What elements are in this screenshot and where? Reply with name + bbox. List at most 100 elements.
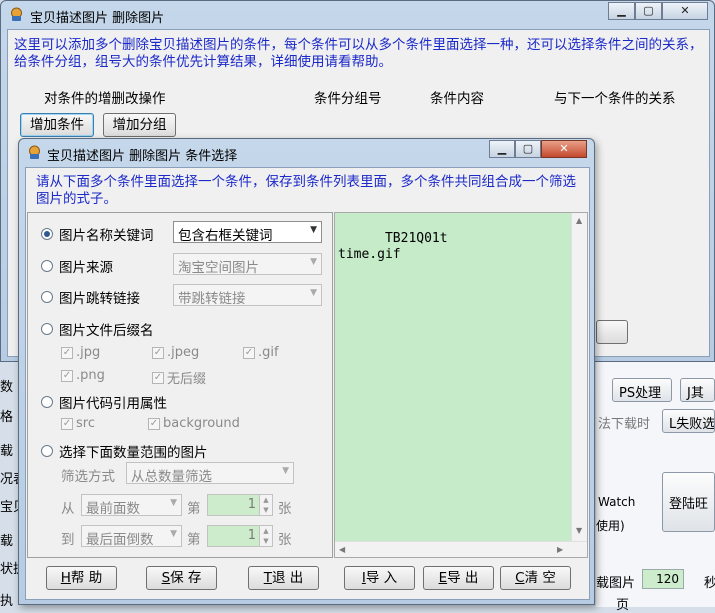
maximize-button[interactable]: ▢ xyxy=(635,2,662,20)
scroll-down-icon[interactable]: ▼ xyxy=(576,526,582,535)
dialog-icon xyxy=(29,145,40,159)
to-unit-label: 张 xyxy=(278,532,292,548)
from-label: 从 xyxy=(61,501,75,517)
to-combo-value: 最后面倒数 xyxy=(86,532,154,547)
inner-dialog: 宝贝描述图片 删除图片 条件选择 ▁ ▢ ✕ 请从下面多个条件里面选择一个条件，… xyxy=(18,138,595,605)
page-label: 页 xyxy=(616,598,630,613)
header-ops: 对条件的增删改操作 xyxy=(44,91,166,107)
option-name-keyword[interactable]: 图片名称关键词 xyxy=(41,224,154,244)
outer-info-text: 这里可以添加多个删除宝贝描述图片的条件，每个条件可以从多个条件里面选择一种，还可… xyxy=(14,37,703,70)
to-combo[interactable]: 最后面倒数 ▼ xyxy=(81,525,182,547)
option-suffix[interactable]: 图片文件后缀名 xyxy=(41,319,154,339)
keyword-text: TB21Q01t time.gif xyxy=(338,231,448,262)
fail-select-button[interactable]: L失败选 xyxy=(662,409,715,433)
check-png[interactable]: ✓ .png xyxy=(61,368,105,383)
scroll-up-icon[interactable]: ▲ xyxy=(576,216,582,225)
watch-label: Watch xyxy=(598,495,636,509)
app-icon xyxy=(11,7,22,21)
save-label: 保 存 xyxy=(170,569,202,586)
option-count-range-label: 选择下面数量范围的图片 xyxy=(59,445,208,461)
checkbox-icon: ✓ xyxy=(61,369,73,382)
hidden-button-fragment[interactable] xyxy=(596,320,628,344)
to-spinner[interactable]: 1 ▲ ▼ xyxy=(207,525,273,547)
from-combo[interactable]: 最前面数 ▼ xyxy=(81,494,182,516)
check-src[interactable]: ✓ src xyxy=(61,416,95,431)
inner-minimize-button[interactable]: ▁ xyxy=(489,140,515,158)
checkbox-icon: ✓ xyxy=(61,417,73,430)
option-redirect[interactable]: 图片跳转链接 xyxy=(41,287,140,307)
source-combo-value: 淘宝空间图片 xyxy=(178,260,259,275)
source-combo[interactable]: 淘宝空间图片 ▼ xyxy=(173,253,322,275)
from-spinner[interactable]: 1 ▲ ▼ xyxy=(207,494,273,516)
checkbox-icon: ✓ xyxy=(152,346,164,359)
keyword-hscrollbar[interactable]: ◀ ▶ xyxy=(335,541,587,557)
close-button[interactable]: ✕ xyxy=(662,2,708,20)
keyword-textarea[interactable]: TB21Q01t time.gif xyxy=(334,212,588,558)
check-background-label: background xyxy=(163,416,240,431)
interval-input[interactable]: 120 xyxy=(642,569,684,589)
clear-button[interactable]: C清 空 xyxy=(500,566,571,590)
exit-label: 退 出 xyxy=(271,569,304,586)
maximize-icon: ▢ xyxy=(522,142,534,155)
scroll-right-icon[interactable]: ▶ xyxy=(557,545,563,554)
help-button[interactable]: H帮 助 xyxy=(46,566,117,590)
save-hotkey: S xyxy=(161,569,171,586)
check-jpeg-label: .jpeg xyxy=(167,345,200,360)
keyword-vscrollbar[interactable]: ▲ ▼ xyxy=(571,213,587,541)
option-source[interactable]: 图片来源 xyxy=(41,256,113,276)
j-button[interactable]: J其 xyxy=(680,378,715,402)
inner-maximize-button[interactable]: ▢ xyxy=(515,140,541,158)
inner-info-text: 请从下面多个条件里面选择一个条件，保存到条件列表里面，多个条件共同组合成一个筛选… xyxy=(36,174,576,207)
radio-code-ref[interactable] xyxy=(41,396,53,408)
radio-name-keyword[interactable] xyxy=(41,228,53,240)
option-count-range[interactable]: 选择下面数量范围的图片 xyxy=(41,441,208,461)
scroll-left-icon[interactable]: ◀ xyxy=(339,545,345,554)
name-keyword-combo[interactable]: 包含右框关键词 ▼ xyxy=(173,221,322,243)
radio-count-range[interactable] xyxy=(41,445,53,457)
option-suffix-label: 图片文件后缀名 xyxy=(59,323,154,339)
add-condition-button[interactable]: 增加条件 xyxy=(20,113,94,137)
check-gif[interactable]: ✓ .gif xyxy=(243,345,279,360)
login-wangwang-button[interactable]: 登陆旺 xyxy=(662,472,715,532)
load-image-label: 载图片 xyxy=(596,576,636,591)
import-button[interactable]: I导 入 xyxy=(344,566,415,590)
export-button[interactable]: E导 出 xyxy=(423,566,494,590)
option-code-ref[interactable]: 图片代码引用属性 xyxy=(41,392,167,412)
spinner-arrows-icon[interactable]: ▲ ▼ xyxy=(259,526,272,546)
check-jpg[interactable]: ✓ .jpg xyxy=(61,345,100,360)
name-keyword-combo-value: 包含右框关键词 xyxy=(178,228,273,243)
check-gif-label: .gif xyxy=(258,345,279,360)
close-icon: ✕ xyxy=(680,4,690,17)
check-no-suffix-label: 无后缀 xyxy=(167,372,207,387)
exit-button[interactable]: T退 出 xyxy=(248,566,319,590)
outer-titlebar: 宝贝描述图片 删除图片 ▁ ▢ ✕ xyxy=(1,1,714,29)
minimize-button[interactable]: ▁ xyxy=(608,2,635,20)
option-source-label: 图片来源 xyxy=(59,260,113,276)
redirect-combo-value: 带跳转链接 xyxy=(178,291,246,306)
checkbox-icon: ✓ xyxy=(152,371,164,384)
radio-redirect[interactable] xyxy=(41,291,53,303)
radio-suffix[interactable] xyxy=(41,323,53,335)
inner-close-button[interactable]: ✕ xyxy=(541,140,587,158)
inner-titlebar: 宝贝描述图片 删除图片 条件选择 ▁ ▢ ✕ xyxy=(19,139,594,167)
ps-process-button[interactable]: PS处理 xyxy=(612,378,672,402)
close-icon: ✕ xyxy=(559,142,569,155)
from-unit-label: 张 xyxy=(278,501,292,517)
add-group-button[interactable]: 增加分组 xyxy=(103,113,176,137)
spinner-arrows-icon[interactable]: ▲ ▼ xyxy=(259,495,272,515)
redirect-combo[interactable]: 带跳转链接 ▼ xyxy=(173,284,322,306)
check-no-suffix[interactable]: ✓ 无后缀 xyxy=(152,368,206,387)
header-group-no: 条件分组号 xyxy=(314,91,382,107)
save-button[interactable]: S保 存 xyxy=(146,566,217,590)
option-name-keyword-label: 图片名称关键词 xyxy=(59,228,154,244)
option-redirect-label: 图片跳转链接 xyxy=(59,291,140,307)
filter-mode-combo[interactable]: 从总数量筛选 ▼ xyxy=(126,462,294,484)
check-jpg-label: .jpg xyxy=(76,345,101,360)
check-jpeg[interactable]: ✓ .jpeg xyxy=(152,345,199,360)
outer-title: 宝贝描述图片 删除图片 xyxy=(30,11,165,26)
help-label: 帮 助 xyxy=(70,569,103,586)
filter-mode-combo-value: 从总数量筛选 xyxy=(131,469,212,484)
check-background[interactable]: ✓ background xyxy=(148,416,240,431)
radio-source[interactable] xyxy=(41,260,53,272)
maximize-icon: ▢ xyxy=(643,4,654,17)
